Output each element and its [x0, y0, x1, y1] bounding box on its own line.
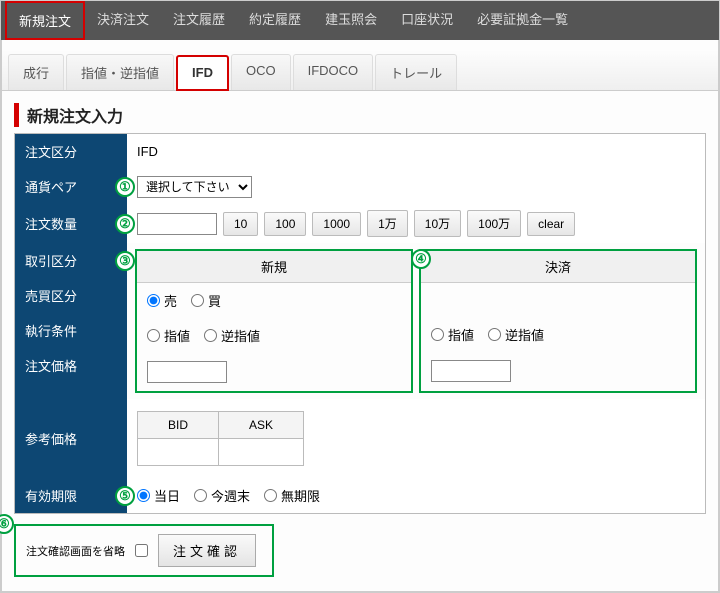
- radio-limit-new[interactable]: 指値: [147, 326, 190, 345]
- column-new: 新規 売 買 指値 逆指値: [135, 249, 413, 393]
- qty-btn-10man[interactable]: 10万: [414, 210, 461, 237]
- annotation-3: ③: [115, 251, 135, 271]
- confirm-area: ⑥ 注文確認画面を省略 注文確認: [14, 524, 274, 577]
- tab-trail[interactable]: トレール: [375, 54, 457, 90]
- qty-btn-100[interactable]: 100: [264, 212, 306, 236]
- label-pair: 通貨ペア①: [15, 169, 127, 204]
- expiry-group: 当日 今週末 無期限: [137, 486, 320, 505]
- pair-select[interactable]: 選択して下さい: [137, 176, 252, 198]
- buysell-group-new: 売 買: [147, 291, 221, 310]
- ref-price-table: BIDASK: [137, 411, 304, 466]
- annotation-4: ④: [411, 249, 431, 269]
- value-order-type: IFD: [127, 134, 705, 169]
- main-panel: 成行 指値・逆指値 IFD OCO IFDOCO トレール 新規注文入力 注文区…: [1, 40, 719, 592]
- ref-ask-val: [219, 439, 304, 466]
- price-input-new[interactable]: [147, 361, 227, 383]
- label-exec: 執行条件: [15, 313, 127, 348]
- qty-btn-clear[interactable]: clear: [527, 212, 575, 236]
- tab-ifd[interactable]: IFD: [176, 55, 229, 91]
- skip-confirm-label: 注文確認画面を省略: [26, 543, 125, 559]
- exec-group-new: 指値 逆指値: [147, 326, 260, 345]
- radio-stop-new[interactable]: 逆指値: [204, 326, 260, 345]
- topnav-exec-history[interactable]: 約定履歴: [237, 1, 313, 40]
- price-input-close[interactable]: [431, 360, 511, 382]
- annotation-1: ①: [115, 177, 135, 197]
- topnav-positions[interactable]: 建玉照会: [313, 1, 389, 40]
- skip-confirm-checkbox[interactable]: [135, 544, 148, 557]
- annotation-2: ②: [115, 214, 135, 234]
- label-price: 注文価格: [15, 348, 127, 383]
- exec-group-close: 指値 逆指値: [431, 325, 544, 344]
- label-trade-type: 取引区分③: [15, 243, 127, 278]
- col-header-close: 決済: [421, 251, 695, 283]
- label-qty: 注文数量②: [15, 204, 127, 243]
- column-close: ④ 決済 指値 逆指値: [419, 249, 697, 393]
- annotation-5: ⑤: [115, 486, 135, 506]
- tab-limit-stop[interactable]: 指値・逆指値: [66, 54, 174, 90]
- qty-btn-1man[interactable]: 1万: [367, 210, 408, 237]
- topnav-new-order[interactable]: 新規注文: [5, 1, 85, 40]
- qty-input[interactable]: [137, 213, 217, 235]
- qty-btn-10[interactable]: 10: [223, 212, 258, 236]
- ref-bid-val: [138, 439, 219, 466]
- label-buysell: 売買区分: [15, 278, 127, 313]
- order-tabs: 成行 指値・逆指値 IFD OCO IFDOCO トレール: [2, 50, 718, 91]
- label-column-group: 取引区分③ 売買区分 執行条件 注文価格: [15, 243, 127, 399]
- topnav-close-order[interactable]: 決済注文: [85, 1, 161, 40]
- tab-ifdoco[interactable]: IFDOCO: [293, 54, 374, 90]
- qty-btn-100man[interactable]: 100万: [467, 210, 521, 237]
- qty-btn-1000[interactable]: 1000: [312, 212, 361, 236]
- topnav-order-history[interactable]: 注文履歴: [161, 1, 237, 40]
- section-title: 新規注文入力: [14, 103, 706, 127]
- radio-stop-close[interactable]: 逆指値: [488, 325, 544, 344]
- label-order-type: 注文区分: [15, 134, 127, 169]
- ref-ask-head: ASK: [219, 412, 304, 439]
- top-nav: 新規注文 決済注文 注文履歴 約定履歴 建玉照会 口座状況 必要証拠金一覧: [1, 1, 719, 40]
- col-header-new: 新規: [137, 251, 411, 283]
- radio-sell-new[interactable]: 売: [147, 291, 177, 310]
- tab-oco[interactable]: OCO: [231, 54, 291, 90]
- radio-expiry-today[interactable]: 当日: [137, 486, 180, 505]
- order-form: 注文区分 IFD 通貨ペア① 選択して下さい 注文数量② 10 100 1000…: [14, 133, 706, 514]
- label-expiry: 有効期限⑤: [15, 478, 127, 513]
- topnav-account[interactable]: 口座状況: [389, 1, 465, 40]
- tab-market[interactable]: 成行: [8, 54, 64, 90]
- radio-expiry-none[interactable]: 無期限: [264, 486, 320, 505]
- topnav-margin[interactable]: 必要証拠金一覧: [465, 1, 580, 40]
- annotation-6: ⑥: [0, 514, 14, 534]
- radio-expiry-weekend[interactable]: 今週末: [194, 486, 250, 505]
- radio-limit-close[interactable]: 指値: [431, 325, 474, 344]
- confirm-button[interactable]: 注文確認: [158, 534, 256, 567]
- radio-buy-new[interactable]: 買: [191, 291, 221, 310]
- ref-bid-head: BID: [138, 412, 219, 439]
- label-ref: 参考価格: [15, 399, 127, 478]
